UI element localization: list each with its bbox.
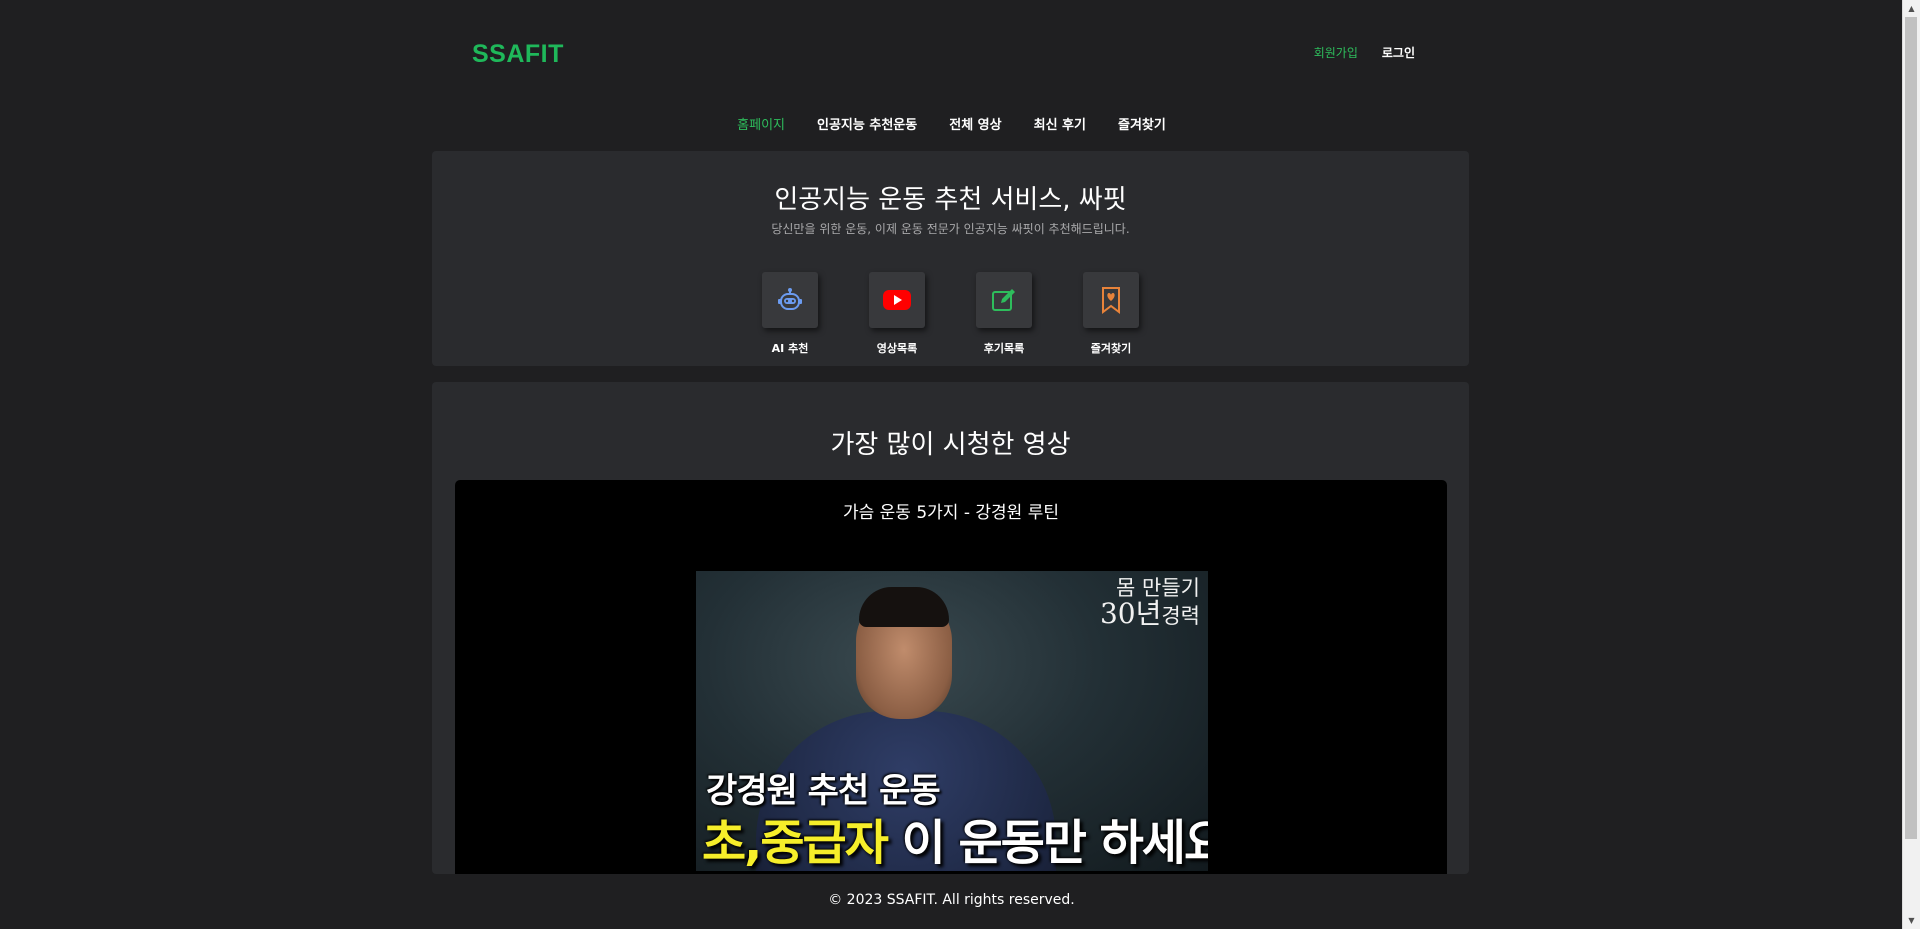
feature-label: AI 추천 [771, 342, 809, 355]
thumbnail-caption-2: 초,중급자 이 운동만 하세요 [702, 803, 1208, 871]
thumbnail-line2: 30년경력 [1100, 600, 1200, 629]
feature-label: 영상목록 [876, 342, 918, 355]
thumbnail-person-hair [859, 587, 949, 627]
nav-item-home[interactable]: 홈페이지 [737, 114, 785, 133]
video-title: 가슴 운동 5가지 - 강경원 루틴 [842, 503, 1059, 523]
nav-item-ai-recommend[interactable]: 인공지능 추천운동 [817, 114, 917, 133]
signup-link[interactable]: 회원가입 [1314, 44, 1358, 61]
hero-subtitle: 당신만을 위한 운동, 이제 운동 전문가 인공지능 싸핏이 추천해드립니다. [771, 222, 1130, 236]
thumbnail-overlay-career: 몸 만들기 30년경력 [1100, 575, 1200, 629]
popular-videos-section: 가장 많이 시청한 영상 가슴 운동 5가지 - 강경원 루틴 몸 만들기 30… [432, 382, 1469, 874]
thumbnail-career: 경력 [1161, 604, 1200, 628]
feature-ai-recommend[interactable]: AI 추천 [762, 272, 818, 356]
feature-list: AI 추천 영상목록 후기목록 즐겨찾기 [432, 272, 1469, 356]
scroll-up-arrow-icon[interactable]: ▲ [1903, 0, 1920, 17]
feature-review-list[interactable]: 후기목록 [976, 272, 1032, 356]
site-logo[interactable]: SSAFIT [472, 40, 564, 69]
footer-copyright: © 2023 SSAFIT. All rights reserved. [828, 892, 1075, 908]
nav-item-favorites[interactable]: 즐겨찾기 [1118, 114, 1166, 133]
feature-tile[interactable] [1083, 272, 1139, 328]
thumbnail-years: 30년 [1099, 597, 1162, 630]
nav-item-all-videos[interactable]: 전체 영상 [949, 114, 1001, 133]
feature-favorites[interactable]: 즐겨찾기 [1083, 272, 1139, 356]
page: SSAFIT 회원가입 로그인 홈페이지 인공지능 추천운동 전체 영상 최신 … [0, 0, 1903, 929]
feature-video-list[interactable]: 영상목록 [869, 272, 925, 356]
robot-icon [778, 288, 802, 310]
footer: © 2023 SSAFIT. All rights reserved. [0, 874, 1903, 929]
youtube-icon [883, 290, 911, 310]
main-nav: 홈페이지 인공지능 추천운동 전체 영상 최신 후기 즐겨찾기 [0, 114, 1903, 133]
edit-icon [992, 289, 1015, 311]
vertical-scrollbar[interactable]: ▲ ▼ [1902, 0, 1920, 929]
video-thumbnail[interactable]: 몸 만들기 30년경력 강경원 추천 운동 초,중급자 이 운동만 하세요 [696, 571, 1208, 871]
login-link[interactable]: 로그인 [1382, 44, 1415, 61]
section-title: 가장 많이 시청한 영상 [830, 430, 1071, 460]
feature-tile[interactable] [869, 272, 925, 328]
feature-tile[interactable] [762, 272, 818, 328]
hero-title: 인공지능 운동 추천 서비스, 싸핏 [774, 185, 1127, 215]
thumbnail-caption-highlight: 초,중급자 [702, 815, 889, 871]
thumbnail-caption-rest: 이 운동만 하세요 [886, 815, 1208, 871]
nav-item-recent-reviews[interactable]: 최신 후기 [1034, 114, 1086, 133]
scrollbar-thumb[interactable] [1905, 17, 1917, 839]
feature-label: 후기목록 [983, 342, 1025, 355]
auth-links: 회원가입 로그인 [1314, 44, 1415, 61]
feature-label: 즐겨찾기 [1090, 342, 1132, 355]
scroll-down-arrow-icon[interactable]: ▼ [1903, 912, 1920, 929]
bookmark-heart-icon [1102, 287, 1120, 314]
hero-panel: 인공지능 운동 추천 서비스, 싸핏 당신만을 위한 운동, 이제 운동 전문가… [432, 151, 1469, 366]
feature-tile[interactable] [976, 272, 1032, 328]
video-card[interactable]: 가슴 운동 5가지 - 강경원 루틴 몸 만들기 30년경력 강경원 추천 운동… [455, 480, 1447, 874]
